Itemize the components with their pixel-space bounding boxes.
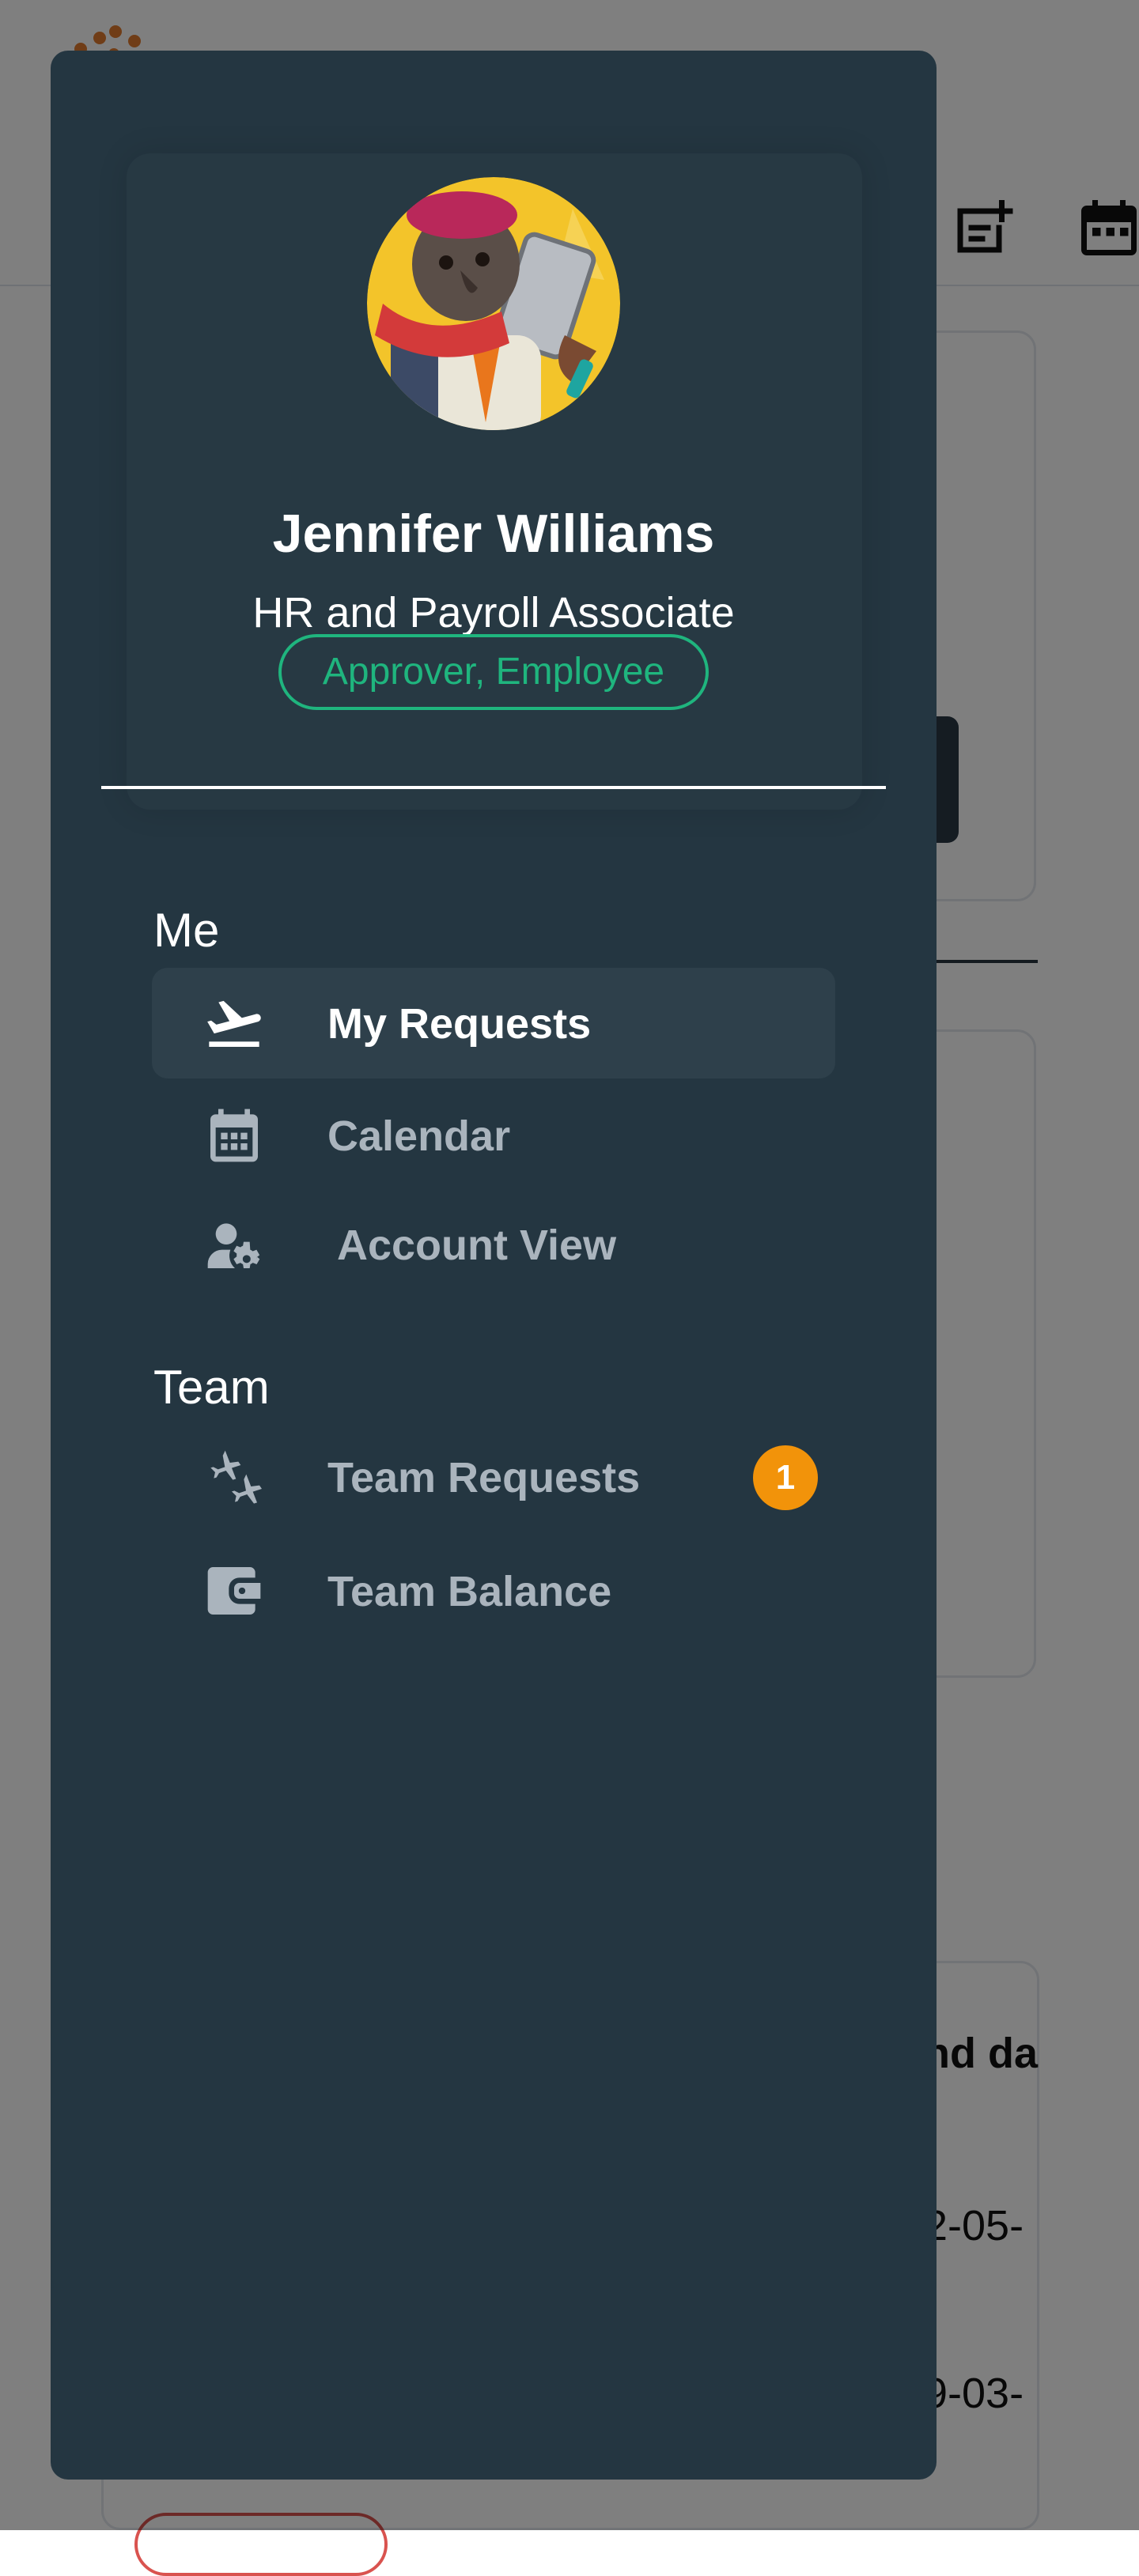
nav-item-label: My Requests <box>327 1000 592 1048</box>
calendar-icon <box>202 1104 266 1167</box>
nav-item-label: Team Requests <box>327 1454 641 1501</box>
nav-item-label: Calendar <box>327 1112 511 1160</box>
avatar-illustration <box>367 177 620 430</box>
notification-badge: 1 <box>753 1445 818 1510</box>
drawer-divider <box>101 786 886 789</box>
planes-icon <box>202 1445 266 1509</box>
nav-item-team-requests[interactable]: Team Requests 1 <box>152 1422 835 1532</box>
plane-departure-icon <box>202 991 266 1055</box>
profile-name: Jennifer Williams <box>272 504 715 564</box>
nav-item-label: Account View <box>337 1222 617 1269</box>
nav-item-label: Team Balance <box>327 1568 612 1615</box>
wallet-icon <box>202 1559 266 1622</box>
nav-item-my-requests[interactable]: My Requests <box>152 968 835 1078</box>
user-gear-icon <box>202 1213 266 1276</box>
nav-item-calendar[interactable]: Calendar <box>152 1080 835 1191</box>
nav-item-account-view[interactable]: Account View <box>152 1189 835 1300</box>
page: nd da 2-05- 9-03- <box>0 0 1139 2576</box>
role-badge: Approver, Employee <box>278 634 709 710</box>
navigation-drawer: Jennifer Williams HR and Payroll Associa… <box>51 51 937 2480</box>
section-label-me: Me <box>153 904 220 957</box>
section-label-team: Team <box>153 1361 270 1414</box>
nav-item-team-balance[interactable]: Team Balance <box>152 1535 835 1646</box>
avatar[interactable] <box>367 177 620 430</box>
profile-job-title: HR and Payroll Associate <box>252 589 735 636</box>
